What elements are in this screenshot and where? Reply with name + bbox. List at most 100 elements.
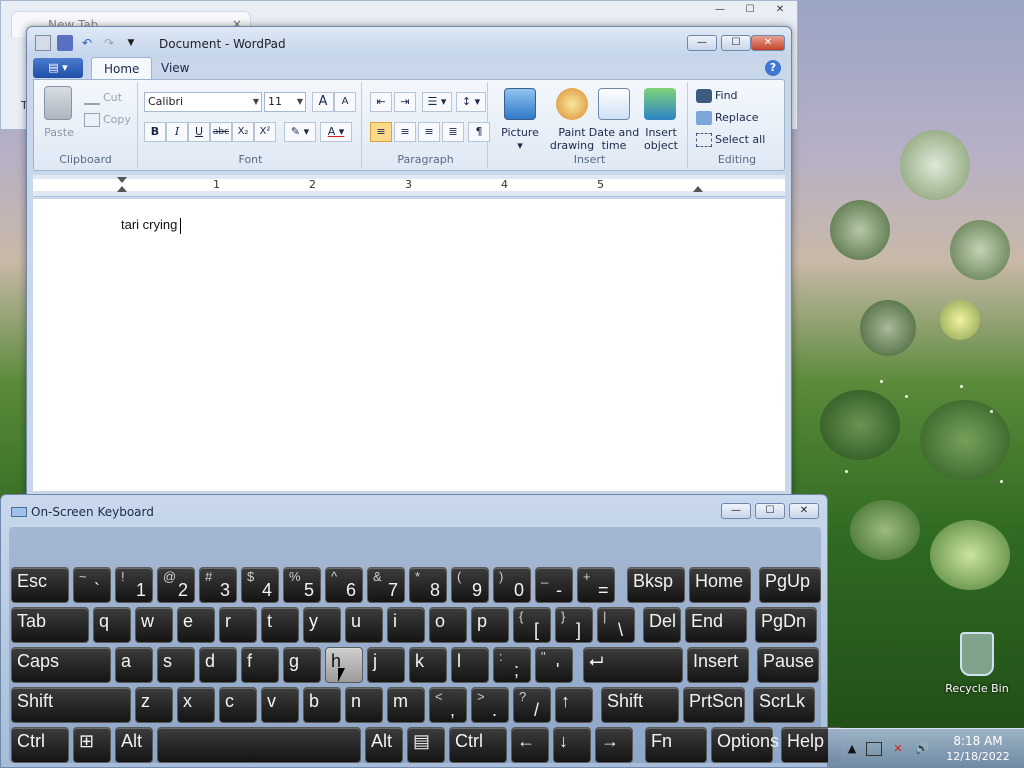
key-s[interactable]: s (157, 647, 195, 683)
key-u44[interactable]: <, (429, 687, 467, 723)
key-Home[interactable]: Home (689, 567, 751, 603)
align-right-button[interactable]: ≡ (418, 122, 440, 142)
browser-maximize-button[interactable]: ☐ (737, 3, 763, 17)
key-Shift[interactable]: Shift (11, 687, 131, 723)
highlight-color-button[interactable]: ✎ ▾ (284, 122, 316, 142)
key-w[interactable]: w (135, 607, 173, 643)
key-u59[interactable]: :; (493, 647, 531, 683)
key-PgDn[interactable]: PgDn (755, 607, 817, 643)
text-color-button[interactable]: A ▾ (320, 122, 352, 142)
key-v[interactable]: v (261, 687, 299, 723)
key-3[interactable]: #3 (199, 567, 237, 603)
first-line-indent-marker[interactable] (117, 177, 127, 183)
key-t[interactable]: t (261, 607, 299, 643)
find-button[interactable]: Find (696, 86, 738, 106)
superscript-button[interactable]: X² (254, 122, 276, 142)
left-indent-marker[interactable] (117, 186, 127, 192)
action-center-icon[interactable]: ✕ (890, 742, 906, 756)
key-r[interactable]: r (219, 607, 257, 643)
grow-font-button[interactable]: A (312, 92, 334, 112)
key-7[interactable]: & 7 (367, 567, 405, 603)
key-Fn[interactable]: Fn (645, 727, 707, 763)
key-Alt[interactable]: Alt (365, 727, 403, 763)
copy-button[interactable]: Copy (84, 110, 131, 130)
key-Shift[interactable]: Shift (601, 687, 679, 723)
key-u8862[interactable]: ⊞ (73, 727, 111, 763)
network-icon[interactable] (866, 742, 882, 756)
close-button[interactable]: ✕ (751, 35, 785, 51)
key-u8595[interactable]: ↓ (553, 727, 591, 763)
key-Tab[interactable]: Tab (11, 607, 89, 643)
key-u47[interactable]: ? / (513, 687, 551, 723)
key-PrtScn[interactable]: PrtScn (683, 687, 745, 723)
key-End[interactable]: End (685, 607, 747, 643)
key-i[interactable]: i (387, 607, 425, 643)
minimize-button[interactable]: — (687, 35, 717, 51)
decrease-indent-button[interactable]: ⇤ (370, 92, 392, 112)
browser-close-button[interactable]: ✕ (767, 3, 793, 17)
key-x[interactable]: x (177, 687, 215, 723)
key-Del[interactable]: Del (643, 607, 681, 643)
key-u8593[interactable]: ↑ (555, 687, 593, 723)
key-k[interactable]: k (409, 647, 447, 683)
shrink-font-button[interactable]: A (334, 92, 356, 112)
paint-palette-icon[interactable] (556, 88, 588, 120)
paragraph-dialog-button[interactable]: ¶ (468, 122, 490, 142)
calendar-clock-icon[interactable] (598, 88, 630, 120)
select-all-button[interactable]: Select all (696, 130, 765, 150)
recycle-bin-icon[interactable] (960, 632, 994, 676)
key-2[interactable]: @2 (157, 567, 195, 603)
key-u11168[interactable]: ⮠ (583, 647, 683, 683)
key-e[interactable]: e (177, 607, 215, 643)
insert-object-button[interactable]: Insert object (636, 126, 686, 152)
insert-object-icon[interactable] (644, 88, 676, 120)
cut-button[interactable]: Cut (84, 88, 122, 108)
save-icon[interactable] (57, 35, 73, 51)
key-PgUp[interactable]: PgUp (759, 567, 821, 603)
key-j[interactable]: j (367, 647, 405, 683)
clock-date[interactable]: 12/18/2022 (940, 750, 1016, 763)
key-m[interactable]: m (387, 687, 425, 723)
key-4[interactable]: $4 (241, 567, 279, 603)
key-Ctrl[interactable]: Ctrl (449, 727, 507, 763)
redo-icon[interactable]: ↷ (101, 35, 117, 51)
key-c[interactable]: c (219, 687, 257, 723)
date-time-button[interactable]: Date and time (586, 126, 642, 152)
wordpad-titlebar[interactable]: ↶ ↷ ▼ Document - WordPad — ☐ ✕ (27, 27, 791, 57)
key-Insert[interactable]: Insert (687, 647, 749, 683)
document-area[interactable]: tari crying (33, 199, 785, 491)
recycle-bin[interactable]: Recycle Bin (944, 632, 1010, 695)
key-u8592[interactable]: ← (511, 727, 549, 763)
key-g[interactable]: g (283, 647, 321, 683)
increase-indent-button[interactable]: ⇥ (394, 92, 416, 112)
strikethrough-button[interactable]: abc (210, 122, 232, 142)
font-size-select[interactable]: 11 ▼ (264, 92, 306, 112)
key-u[interactable]: u (345, 607, 383, 643)
key-Bksp[interactable]: Bksp (627, 567, 685, 603)
key-8[interactable]: * 8 (409, 567, 447, 603)
key-0[interactable]: ) 0 (493, 567, 531, 603)
key-q[interactable]: q (93, 607, 131, 643)
key-f[interactable]: f (241, 647, 279, 683)
key-l[interactable]: l (451, 647, 489, 683)
key-5[interactable]: % 5 (283, 567, 321, 603)
osk-close-button[interactable]: ✕ (789, 503, 819, 519)
wordpad-app-icon[interactable] (35, 35, 51, 51)
list-button[interactable]: ☰ ▾ (422, 92, 452, 112)
justify-button[interactable]: ≣ (442, 122, 464, 142)
key-n[interactable]: n (345, 687, 383, 723)
key-a[interactable]: a (115, 647, 153, 683)
key-u91[interactable]: {[ (513, 607, 551, 643)
key-u61[interactable]: + = (577, 567, 615, 603)
key-u92[interactable]: | \ (597, 607, 635, 643)
help-icon[interactable]: ? (765, 60, 781, 76)
key-Esc[interactable]: Esc (11, 567, 69, 603)
chevron-down-icon[interactable]: ▼ (123, 35, 139, 51)
key-space[interactable] (157, 727, 361, 763)
key-ScrLk[interactable]: ScrLk (753, 687, 815, 723)
replace-button[interactable]: Replace (696, 108, 759, 128)
key-u39[interactable]: " ' (535, 647, 573, 683)
key-u46[interactable]: >. (471, 687, 509, 723)
key-1[interactable]: ! 1 (115, 567, 153, 603)
key-p[interactable]: p (471, 607, 509, 643)
